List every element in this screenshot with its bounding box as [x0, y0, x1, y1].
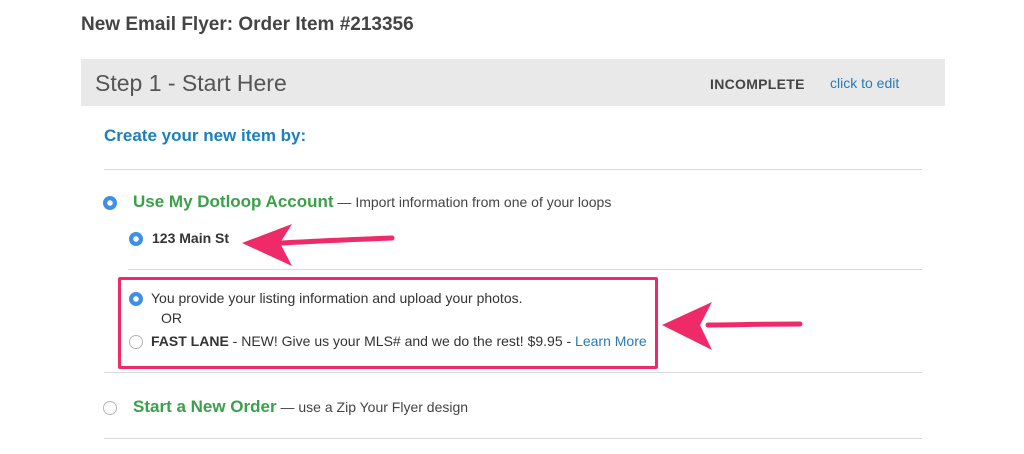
pointer-arrow-highlight	[662, 302, 803, 350]
annotation-arrows	[242, 224, 803, 350]
pointer-arrow-main-st	[242, 224, 395, 266]
